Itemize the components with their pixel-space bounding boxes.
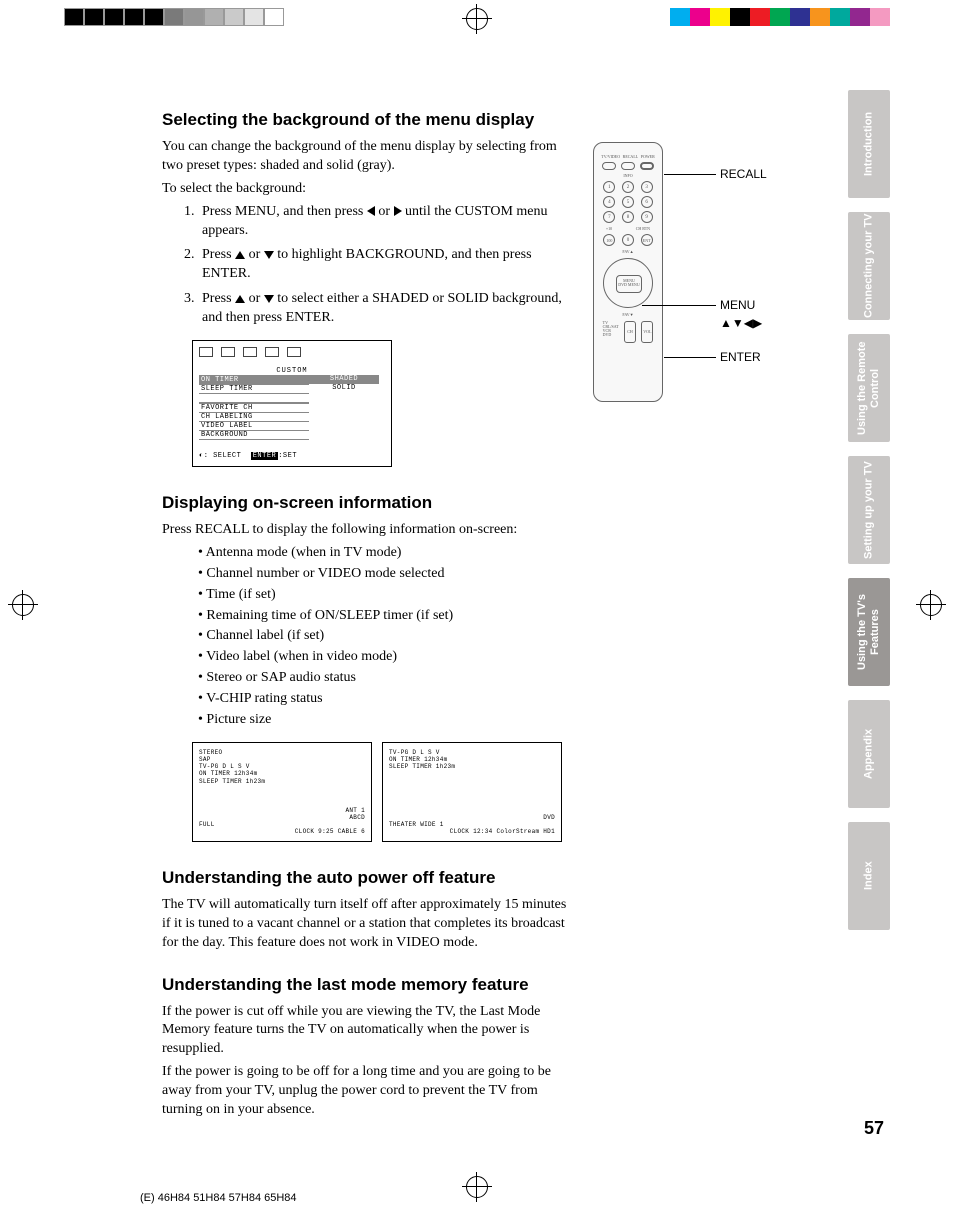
osd-line: TV-PG D L S V — [199, 763, 365, 770]
bullet: Video label (when in video mode) — [198, 648, 572, 667]
heading-last-mode-memory: Understanding the last mode memory featu… — [162, 975, 572, 995]
osd-line: ON TIMER 12h34m — [199, 770, 365, 777]
bullet-list: Antenna mode (when in TV mode) Channel n… — [198, 544, 572, 730]
callout-arrows: ▲▼◀▶ — [720, 316, 762, 330]
bullet: Antenna mode (when in TV mode) — [198, 544, 572, 563]
menu-item: ON TIMER — [199, 375, 309, 384]
osd-line: CLOCK 12:34 ColorStream HD1 — [389, 828, 555, 835]
up-arrow-icon — [235, 251, 245, 259]
menu-title: CUSTOM — [199, 367, 385, 375]
ch-rocker: CH — [624, 321, 636, 343]
osd-line: SLEEP TIMER 1h23m — [389, 763, 555, 770]
tab-features[interactable]: Using the TV's Features — [848, 578, 890, 686]
osd-box-1: STEREO SAP TV-PG D L S V ON TIMER 12h34m… — [192, 742, 372, 842]
osd-line: ON TIMER 12h34m — [389, 756, 555, 763]
bullet: Time (if set) — [198, 586, 572, 605]
osd-line: SLEEP TIMER 1h23m — [199, 778, 365, 785]
menu-button: MENUDVD MENU — [616, 275, 642, 293]
callout-enter: ENTER — [720, 350, 761, 364]
info-label: INFO — [600, 173, 656, 178]
tab-remote[interactable]: Using the Remote Control — [848, 334, 890, 442]
right-arrow-icon — [394, 206, 402, 216]
dpad: MENUDVD MENU — [603, 258, 653, 308]
osd-box-2: TV-PG D L S V ON TIMER 12h34m SLEEP TIME… — [382, 742, 562, 842]
fav-down: FAV▼ — [600, 312, 656, 317]
tab-connecting[interactable]: Connecting your TV — [848, 212, 890, 320]
para: If the power is cut off while you are vi… — [162, 1003, 572, 1060]
osd-menu-figure: CUSTOM ON TIMERSHADED SLEEP TIMERSOLID F… — [192, 340, 392, 467]
osd-line: ANT 1 — [199, 807, 365, 814]
para: You can change the background of the men… — [162, 138, 572, 176]
step: Press or to select either a SHADED or SO… — [198, 290, 572, 328]
registration-mark-left — [8, 590, 38, 620]
print-colorbar-left — [64, 8, 284, 26]
heading-auto-power-off: Understanding the auto power off feature — [162, 868, 572, 888]
bullet: Channel label (if set) — [198, 627, 572, 646]
up-arrow-icon — [235, 295, 245, 303]
osd-line: CLOCK 9:25 CABLE 6 — [199, 828, 365, 835]
menu-item: BACKGROUND — [199, 430, 309, 440]
para: Press RECALL to display the following in… — [162, 521, 572, 540]
para: If the power is going to be off for a lo… — [162, 1063, 572, 1120]
print-colorbar-right — [670, 8, 890, 26]
down-arrow-icon — [264, 251, 274, 259]
section-tabs: Introduction Connecting your TV Using th… — [848, 90, 890, 930]
heading-selecting-background: Selecting the background of the menu dis… — [162, 110, 572, 130]
tab-setting-up[interactable]: Setting up your TV — [848, 456, 890, 564]
page-number: 57 — [864, 1118, 884, 1139]
registration-mark-top — [462, 4, 492, 34]
menu-item: VIDEO LABEL — [199, 421, 309, 430]
menu-value: SOLID — [309, 384, 379, 393]
step: Press MENU, and then press or until the … — [198, 203, 572, 241]
osd-line: TV-PG D L S V — [389, 749, 555, 756]
osd-line: STEREO — [199, 749, 365, 756]
fav-up: FAV▲ — [600, 249, 656, 254]
osd-line: SAP — [199, 756, 365, 763]
menu-item: CH LABELING — [199, 412, 309, 421]
tab-appendix[interactable]: Appendix — [848, 700, 890, 808]
menu-item: SLEEP TIMER — [199, 384, 309, 393]
callout-recall: RECALL — [720, 167, 767, 181]
tab-introduction[interactable]: Introduction — [848, 90, 890, 198]
menu-icon-row — [199, 347, 385, 357]
vol-rocker: VOL — [641, 321, 653, 343]
osd-examples: STEREO SAP TV-PG D L S V ON TIMER 12h34m… — [192, 742, 572, 842]
footer-model-codes: (E) 46H84 51H84 57H84 65H84 — [140, 1192, 297, 1204]
tab-index[interactable]: Index — [848, 822, 890, 930]
bullet: Picture size — [198, 711, 572, 730]
bullet: Channel number or VIDEO mode selected — [198, 565, 572, 584]
bullet: Stereo or SAP audio status — [198, 669, 572, 688]
main-content: Selecting the background of the menu dis… — [162, 110, 572, 1124]
steps-list: Press MENU, and then press or until the … — [198, 203, 572, 328]
osd-line: DVD — [389, 814, 555, 821]
osd-line: THEATER WIDE 1 — [389, 821, 555, 828]
callout-menu: MENU — [720, 298, 755, 312]
para: The TV will automatically turn itself of… — [162, 896, 572, 953]
menu-item: FAVORITE CH — [199, 403, 309, 412]
down-arrow-icon — [264, 295, 274, 303]
osd-line: ABCD — [199, 814, 365, 821]
menu-value: SHADED — [309, 375, 379, 384]
osd-line: FULL — [199, 821, 365, 828]
menu-item — [199, 393, 309, 403]
registration-mark-bottom — [462, 1172, 492, 1202]
heading-displaying-info: Displaying on-screen information — [162, 493, 572, 513]
left-arrow-icon — [367, 206, 375, 216]
step: Press or to highlight BACKGROUND, and th… — [198, 246, 572, 284]
remote-control-figure: TV/VIDEORECALLPOWER INFO 123 456 789 +10… — [593, 142, 663, 402]
para: To select the background: — [162, 180, 572, 199]
menu-footer: ◐: SELECT ENTER:SET — [199, 452, 385, 460]
bullet: V-CHIP rating status — [198, 690, 572, 709]
bullet: Remaining time of ON/SLEEP timer (if set… — [198, 607, 572, 626]
registration-mark-right — [916, 590, 946, 620]
